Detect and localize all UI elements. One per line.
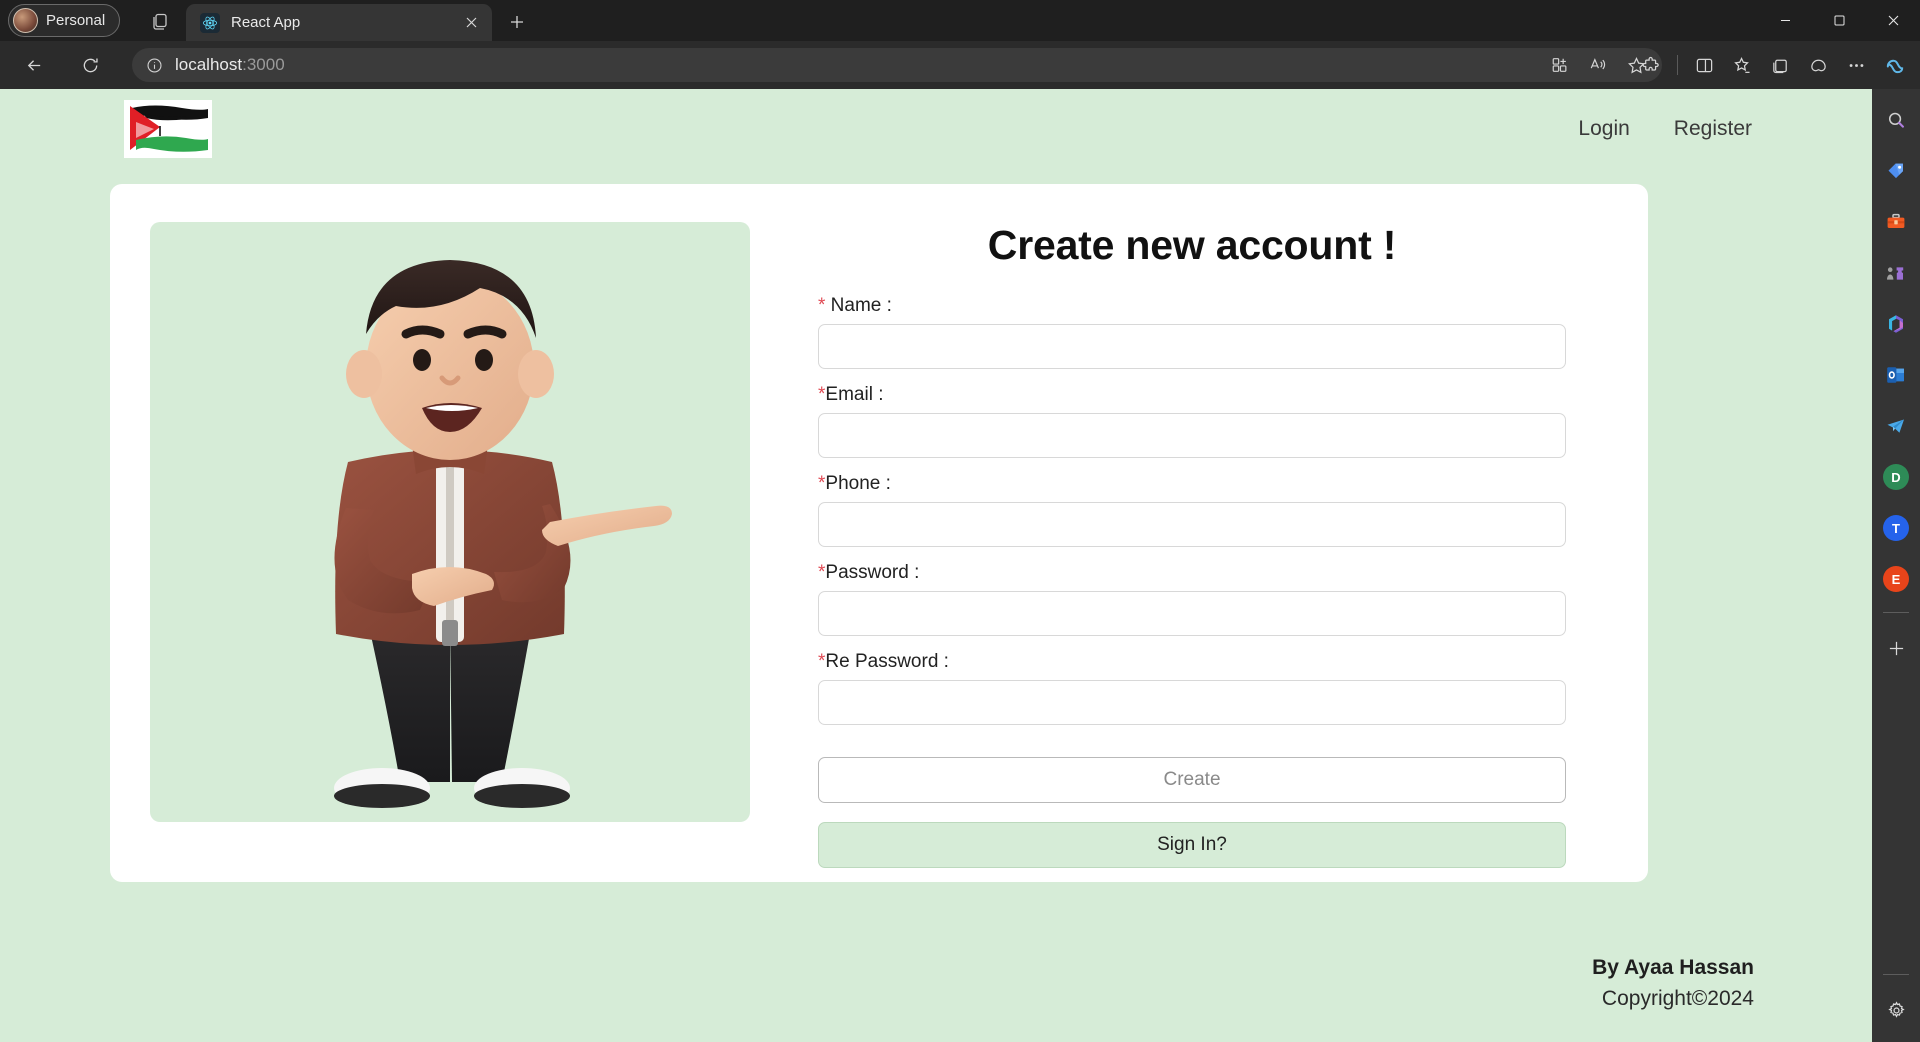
app-e-badge: E xyxy=(1883,566,1909,592)
tab-actions-icon[interactable] xyxy=(138,5,182,37)
avatar xyxy=(13,8,38,33)
repassword-input[interactable] xyxy=(818,680,1566,725)
info-icon[interactable] xyxy=(146,57,163,74)
games-chess-icon[interactable] xyxy=(1876,253,1916,293)
copilot-icon[interactable] xyxy=(1876,47,1912,83)
rail-divider-bottom xyxy=(1883,974,1909,975)
close-window-icon[interactable] xyxy=(1866,0,1920,41)
field-password: *Password : xyxy=(818,562,1566,636)
address-text: localhost:3000 xyxy=(175,55,1542,75)
window-controls xyxy=(1758,0,1920,41)
collections-icon[interactable] xyxy=(1762,47,1798,83)
app-d-badge: D xyxy=(1883,464,1909,490)
extensions-icon[interactable] xyxy=(1633,47,1669,83)
settings-more-icon[interactable] xyxy=(1838,47,1874,83)
email-input[interactable] xyxy=(818,413,1566,458)
label-repassword: *Re Password : xyxy=(818,651,1566,673)
label-phone-text: Phone : xyxy=(825,473,891,494)
tab-title: React App xyxy=(231,14,301,31)
password-input[interactable] xyxy=(818,591,1566,636)
page-viewport: Login Register Create new account ! * Na… xyxy=(0,89,1872,1042)
label-name-text: Name : xyxy=(825,295,892,316)
footer-copyright: Copyright©2024 xyxy=(1601,986,1754,1010)
react-icon xyxy=(200,12,220,33)
main-nav: Login Register xyxy=(1578,117,1824,141)
label-name: * Name : xyxy=(818,295,1566,317)
read-aloud-icon[interactable] xyxy=(1580,47,1616,83)
address-host: localhost xyxy=(175,55,243,74)
label-password: *Password : xyxy=(818,562,1566,584)
back-icon[interactable] xyxy=(16,47,52,83)
field-phone: *Phone : xyxy=(818,473,1566,547)
nav-link-login[interactable]: Login xyxy=(1578,117,1629,141)
tools-toolbox-icon[interactable] xyxy=(1876,202,1916,242)
browser-window: Personal React App localhost:3000 D T E … xyxy=(0,0,1920,1042)
maximize-icon[interactable] xyxy=(1812,0,1866,41)
field-repassword: *Re Password : xyxy=(818,651,1566,725)
app-d-icon[interactable]: D xyxy=(1876,457,1916,497)
microsoft-365-icon[interactable] xyxy=(1876,304,1916,344)
toolbar-divider xyxy=(1677,55,1678,75)
create-button[interactable]: Create xyxy=(818,757,1566,803)
register-card: Create new account ! * Name : *Email : *… xyxy=(110,184,1648,882)
field-email: *Email : xyxy=(818,384,1566,458)
profile-label: Personal xyxy=(46,12,106,29)
name-input[interactable] xyxy=(818,324,1566,369)
refresh-icon[interactable] xyxy=(72,47,108,83)
new-tab-button[interactable] xyxy=(502,8,532,36)
footer-author: By Ayaa Hassan xyxy=(1592,956,1754,980)
add-app-icon[interactable] xyxy=(1876,628,1916,668)
label-password-text: Password : xyxy=(825,562,920,583)
toolbar-right-actions xyxy=(1633,47,1912,83)
profile-button[interactable]: Personal xyxy=(8,4,121,37)
split-pane-icon[interactable] xyxy=(1686,47,1722,83)
app-e-icon[interactable]: E xyxy=(1876,559,1916,599)
gear-icon[interactable] xyxy=(1876,990,1916,1030)
register-form: Create new account ! * Name : *Email : *… xyxy=(782,222,1608,868)
browser-essentials-icon[interactable] xyxy=(1800,47,1836,83)
collections-favorites-icon[interactable] xyxy=(1724,47,1760,83)
outlook-icon[interactable] xyxy=(1876,355,1916,395)
address-port: :3000 xyxy=(242,55,285,74)
search-icon[interactable] xyxy=(1876,100,1916,140)
page-header: Login Register xyxy=(0,89,1872,169)
shopping-tag-icon[interactable] xyxy=(1876,151,1916,191)
page-title: Create new account ! xyxy=(987,222,1397,268)
address-bar[interactable]: localhost:3000 xyxy=(132,48,1662,82)
browser-tab[interactable]: React App xyxy=(186,4,492,41)
field-name: * Name : xyxy=(818,295,1566,369)
app-t-badge: T xyxy=(1883,515,1909,541)
telegram-icon[interactable] xyxy=(1876,406,1916,446)
rail-divider xyxy=(1883,612,1909,613)
browser-sidebar: D T E xyxy=(1872,89,1920,1042)
phone-input[interactable] xyxy=(818,502,1566,547)
minimize-icon[interactable] xyxy=(1758,0,1812,41)
split-screen-icon[interactable] xyxy=(1542,47,1578,83)
label-email-text: Email : xyxy=(825,384,884,405)
app-t-icon[interactable]: T xyxy=(1876,508,1916,548)
palestine-flag-logo[interactable] xyxy=(124,100,212,158)
sign-in-button[interactable]: Sign In? xyxy=(818,822,1566,868)
close-icon[interactable] xyxy=(460,12,482,34)
browser-toolbar: localhost:3000 xyxy=(0,41,1920,89)
browser-titlebar: Personal React App xyxy=(0,0,1920,41)
label-phone: *Phone : xyxy=(818,473,1566,495)
3d-character-pointing xyxy=(150,222,750,822)
page-footer: By Ayaa Hassan Copyright©2024 xyxy=(1592,953,1754,1014)
nav-link-register[interactable]: Register xyxy=(1674,117,1752,141)
label-repassword-text: Re Password : xyxy=(825,651,949,672)
label-email: *Email : xyxy=(818,384,1566,406)
